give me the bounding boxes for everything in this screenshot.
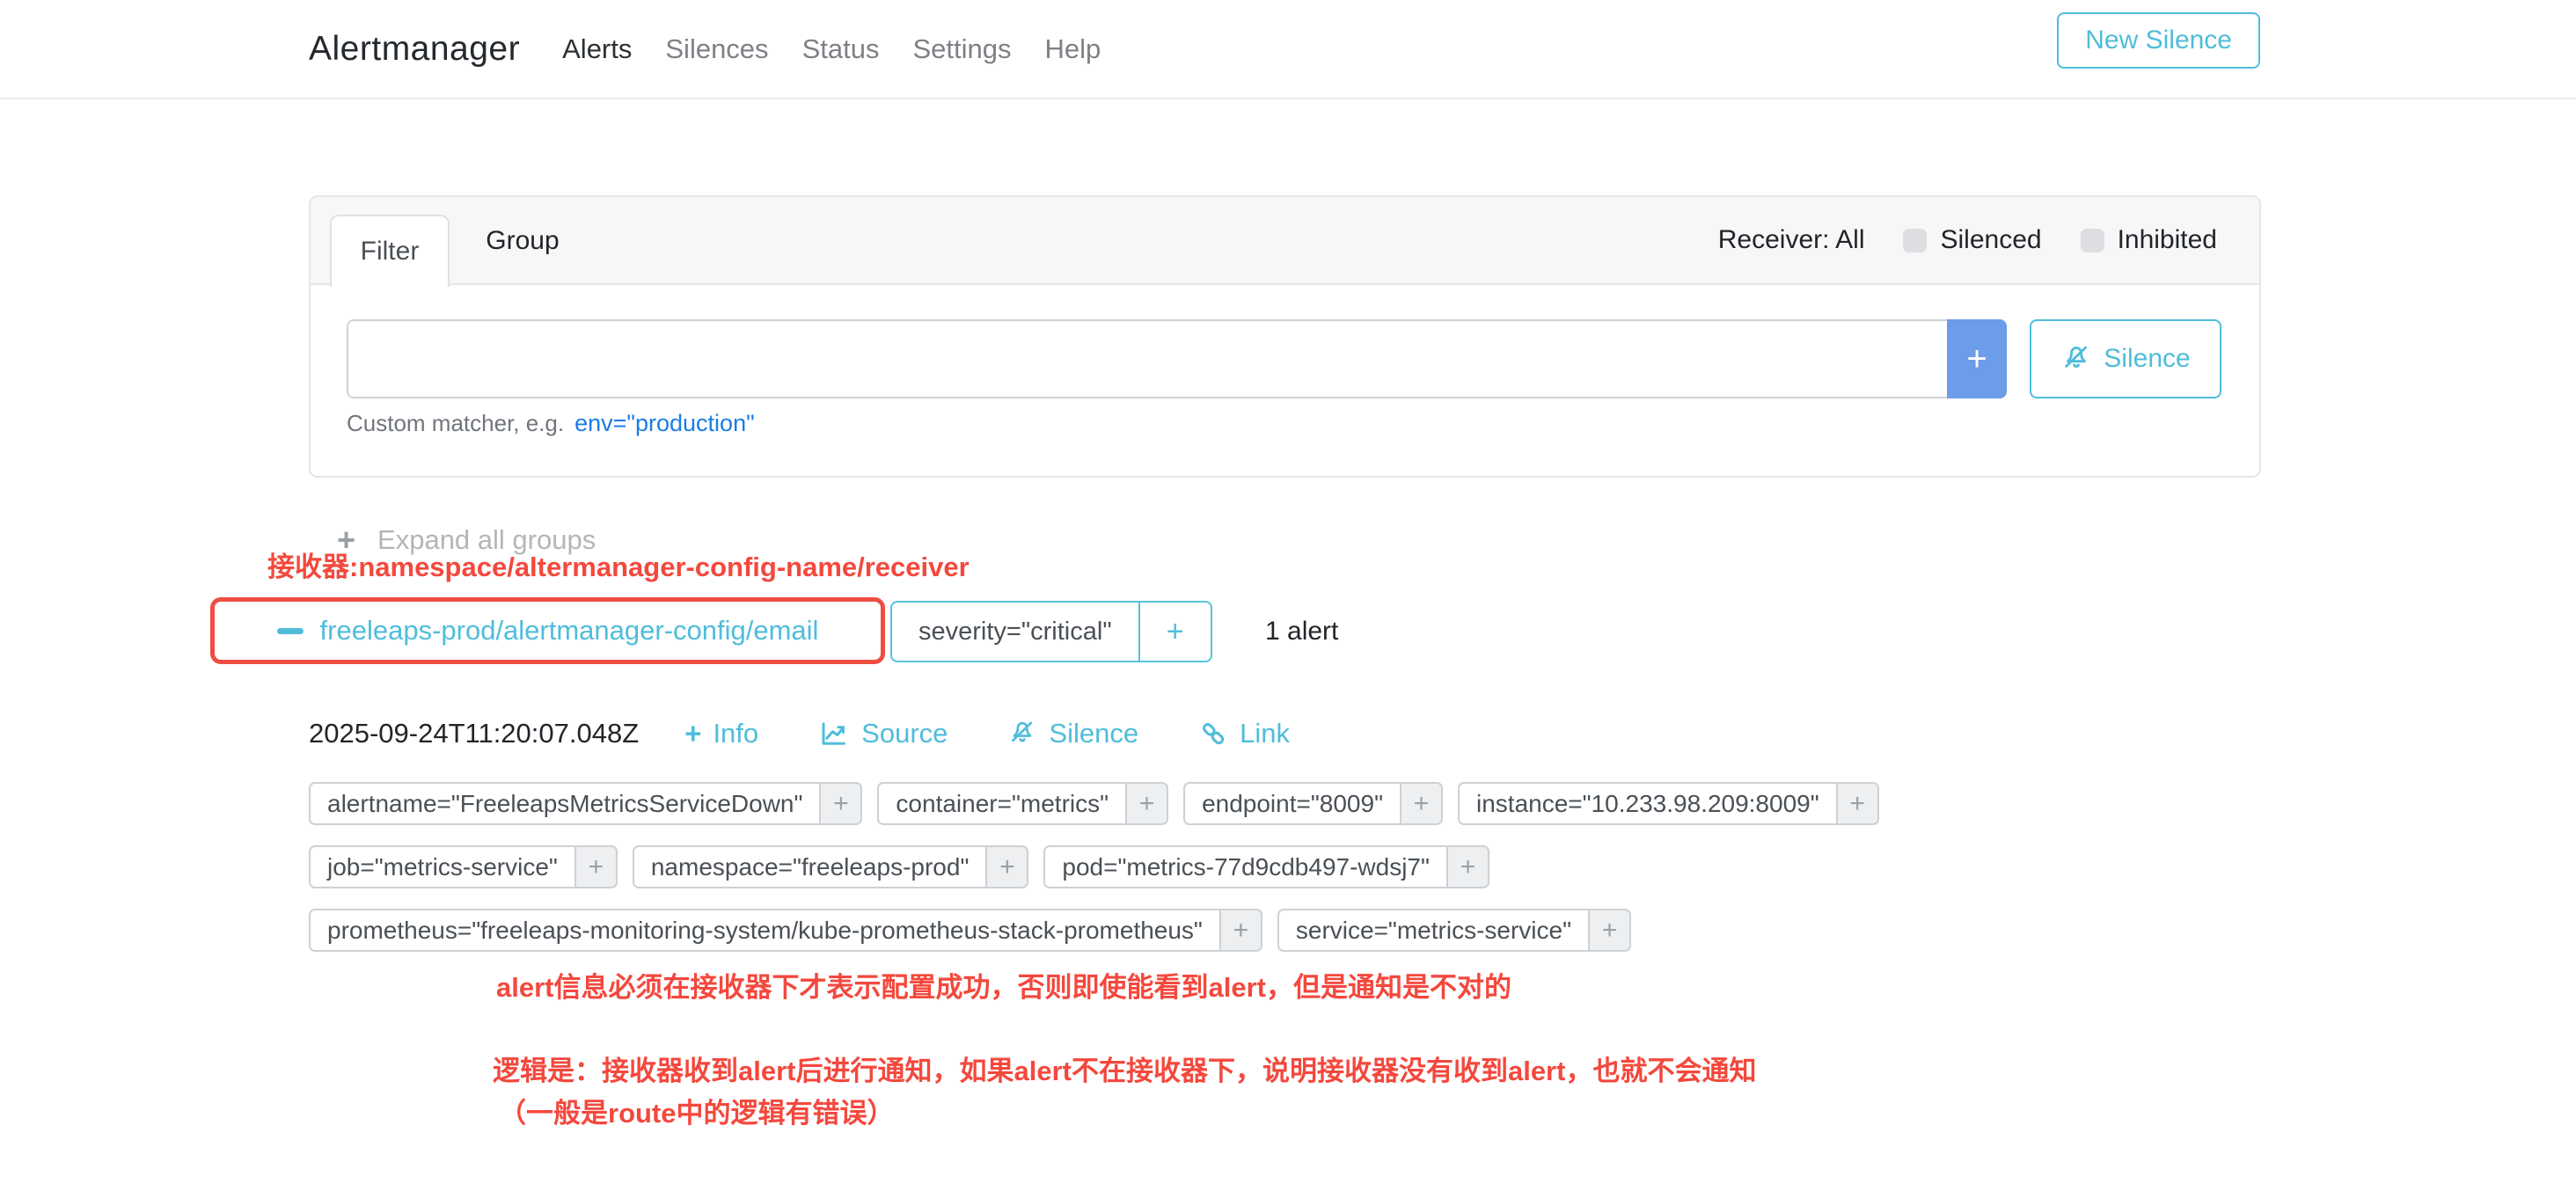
- bell-slash-icon: [2060, 343, 2092, 375]
- label-chip: prometheus="freeleaps-monitoring-system/…: [309, 909, 1262, 952]
- plus-icon: +: [1849, 789, 1865, 819]
- label-add-filter-button[interactable]: +: [821, 782, 862, 825]
- matcher-input[interactable]: [347, 319, 1947, 398]
- link-label: Link: [1240, 718, 1290, 749]
- filter-panel-body: + Silence Custom matcher, e.g. env="prod…: [311, 285, 2259, 437]
- silence-button-label: Silence: [2104, 344, 2190, 374]
- label-value: service="metrics-service": [1277, 909, 1590, 952]
- label-value: container="metrics": [877, 782, 1127, 825]
- group-matcher-chip: severity="critical" +: [890, 601, 1212, 662]
- nav-item-alerts[interactable]: Alerts: [562, 33, 632, 65]
- chart-line-icon: [818, 718, 850, 749]
- alert-labels: alertname="FreeleapsMetricsServiceDown" …: [309, 782, 1879, 972]
- label-chip: namespace="freeleaps-prod" +: [633, 845, 1029, 888]
- plus-icon: +: [684, 717, 701, 750]
- alert-source-link[interactable]: Source: [818, 718, 948, 749]
- plus-icon: +: [1414, 789, 1430, 819]
- tab-filter[interactable]: Filter: [330, 215, 450, 287]
- label-add-filter-button[interactable]: +: [1590, 909, 1631, 952]
- plus-icon: +: [589, 852, 604, 882]
- plus-icon: +: [1233, 916, 1249, 946]
- matcher-input-group: +: [347, 319, 2007, 398]
- alert-info-button[interactable]: + Info: [684, 717, 758, 750]
- nav-item-silences[interactable]: Silences: [665, 33, 768, 65]
- silenced-filter-toggle[interactable]: Silenced: [1903, 225, 2041, 255]
- main-nav: Alerts Silences Status Settings Help: [562, 33, 1101, 65]
- app-brand[interactable]: Alertmanager: [309, 30, 520, 69]
- source-label: Source: [861, 718, 948, 749]
- filter-panel: Filter Group Receiver: All Silenced Inhi…: [309, 195, 2261, 478]
- label-add-filter-button[interactable]: +: [987, 845, 1028, 888]
- label-value: instance="10.233.98.209:8009": [1458, 782, 1838, 825]
- label-row: prometheus="freeleaps-monitoring-system/…: [309, 909, 1879, 952]
- label-value: alertname="FreeleapsMetricsServiceDown": [309, 782, 821, 825]
- annotation-highlight-box: freeleaps-prod/alertmanager-config/email: [210, 597, 885, 664]
- label-value: namespace="freeleaps-prod": [633, 845, 988, 888]
- receiver-filter-dropdown[interactable]: Receiver: All: [1718, 225, 1865, 255]
- receiver-group-button[interactable]: freeleaps-prod/alertmanager-config/email: [277, 615, 819, 647]
- label-value: job="metrics-service": [309, 845, 576, 888]
- label-chip: pod="metrics-77d9cdb497-wdsj7" +: [1043, 845, 1489, 888]
- new-silence-button[interactable]: New Silence: [2057, 12, 2260, 69]
- hint-text: Custom matcher, e.g.: [347, 410, 564, 437]
- label-add-filter-button[interactable]: +: [1838, 782, 1879, 825]
- nav-item-settings[interactable]: Settings: [912, 33, 1011, 65]
- add-matcher-button[interactable]: +: [1947, 319, 2007, 398]
- label-chip: instance="10.233.98.209:8009" +: [1458, 782, 1879, 825]
- plus-icon: +: [1460, 852, 1476, 882]
- annotation-logic-note: 逻辑是：接收器收到alert后进行通知，如果alert不在接收器下，说明接收器没…: [493, 1049, 1756, 1088]
- silenced-label: Silenced: [1940, 225, 2041, 255]
- plus-icon: +: [1966, 340, 1987, 379]
- navbar: Alertmanager Alerts Silences Status Sett…: [0, 0, 2576, 99]
- annotation-logic-note-2: （一般是route中的逻辑有错误）: [499, 1091, 895, 1130]
- custom-matcher-hint: Custom matcher, e.g. env="production": [347, 410, 2221, 437]
- alert-timestamp: 2025-09-24T11:20:07.048Z: [309, 718, 639, 749]
- label-chip: endpoint="8009" +: [1183, 782, 1443, 825]
- bell-slash-icon: [1007, 719, 1037, 749]
- annotation-receiver-note: 接收器:namespace/altermanager-config-name/r…: [267, 544, 970, 584]
- tab-group[interactable]: Group: [474, 197, 571, 285]
- label-add-filter-button[interactable]: +: [576, 845, 618, 888]
- label-chip: alertname="FreeleapsMetricsServiceDown" …: [309, 782, 862, 825]
- nav-item-help[interactable]: Help: [1044, 33, 1101, 65]
- alert-link-button[interactable]: Link: [1198, 718, 1290, 749]
- alert-silence-button[interactable]: Silence: [1007, 718, 1138, 749]
- plus-icon: +: [1602, 916, 1618, 946]
- nav-item-status[interactable]: Status: [802, 33, 880, 65]
- label-add-filter-button[interactable]: +: [1448, 845, 1489, 888]
- label-add-filter-button[interactable]: +: [1127, 782, 1168, 825]
- group-matcher-add-button[interactable]: +: [1138, 603, 1211, 661]
- inhibited-checkbox[interactable]: [2081, 229, 2104, 252]
- inhibited-filter-toggle[interactable]: Inhibited: [2081, 225, 2217, 255]
- receiver-group-label: freeleaps-prod/alertmanager-config/email: [320, 615, 819, 647]
- label-row: job="metrics-service" + namespace="freel…: [309, 845, 1879, 888]
- label-chip: container="metrics" +: [877, 782, 1168, 825]
- label-add-filter-button[interactable]: +: [1401, 782, 1443, 825]
- plus-icon: +: [1167, 615, 1184, 649]
- alert-count: 1 alert: [1265, 601, 1338, 662]
- plus-icon: +: [1139, 789, 1155, 819]
- group-matcher-label[interactable]: severity="critical": [892, 603, 1138, 661]
- silence-button[interactable]: Silence: [2030, 319, 2221, 398]
- collapse-minus-icon: [277, 628, 304, 634]
- label-row: alertname="FreeleapsMetricsServiceDown" …: [309, 782, 1879, 825]
- alert-header-row: 2025-09-24T11:20:07.048Z + Info Source S…: [309, 709, 1350, 758]
- silence-label: Silence: [1049, 718, 1138, 749]
- label-chip: service="metrics-service" +: [1277, 909, 1631, 952]
- plus-icon: +: [833, 789, 849, 819]
- inhibited-label: Inhibited: [2118, 225, 2217, 255]
- silenced-checkbox[interactable]: [1903, 229, 1927, 252]
- label-value: prometheus="freeleaps-monitoring-system/…: [309, 909, 1221, 952]
- filter-options: Receiver: All Silenced Inhibited: [1718, 225, 2259, 255]
- label-value: pod="metrics-77d9cdb497-wdsj7": [1043, 845, 1448, 888]
- label-add-filter-button[interactable]: +: [1221, 909, 1262, 952]
- link-icon: [1198, 719, 1228, 749]
- annotation-config-note: alert信息必须在接收器下才表示配置成功，否则即使能看到alert，但是通知是…: [496, 965, 1511, 1005]
- plus-icon: +: [999, 852, 1015, 882]
- info-label: Info: [713, 718, 758, 749]
- label-value: endpoint="8009": [1183, 782, 1401, 825]
- filter-panel-header: Filter Group Receiver: All Silenced Inhi…: [311, 197, 2259, 285]
- matcher-example-link[interactable]: env="production": [574, 410, 755, 437]
- label-chip: job="metrics-service" +: [309, 845, 618, 888]
